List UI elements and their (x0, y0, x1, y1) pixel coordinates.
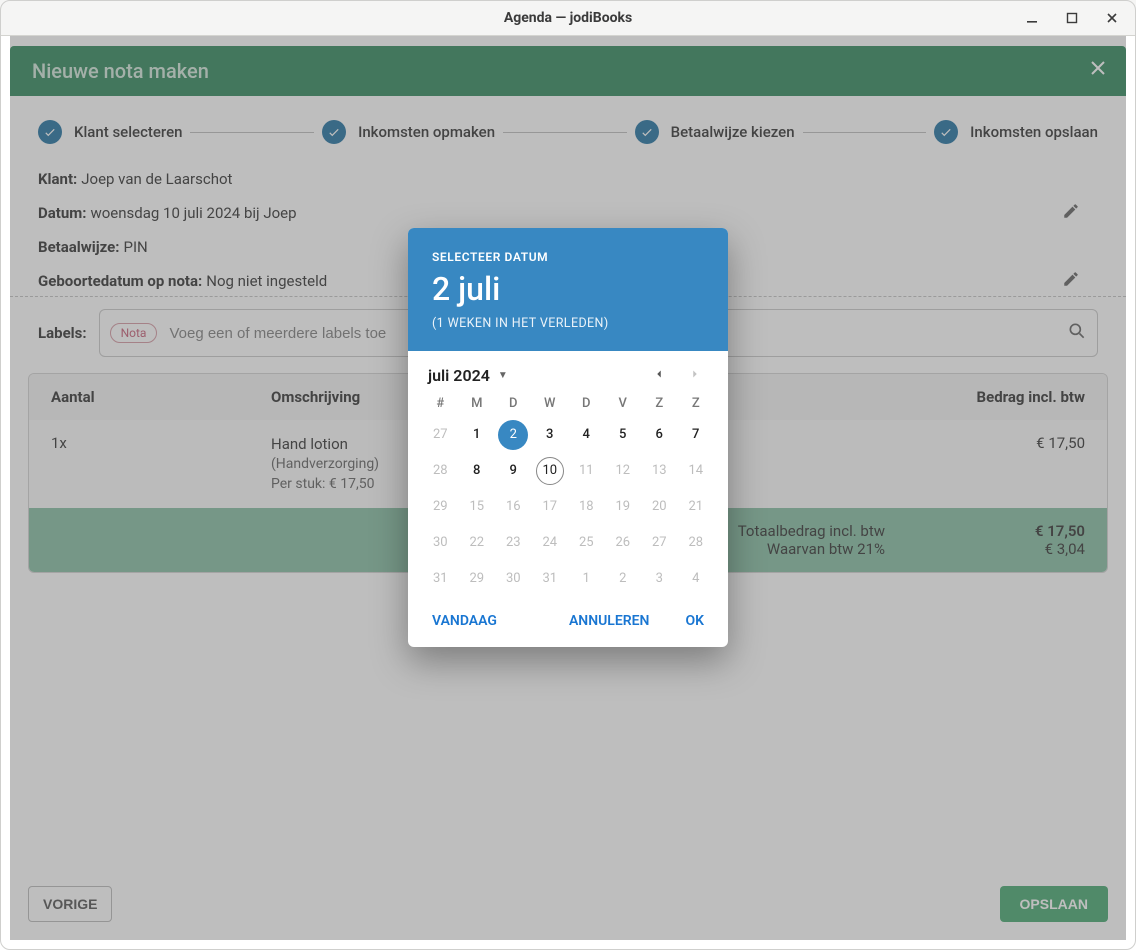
next-month-button[interactable] (682, 361, 708, 390)
datepicker-calendar-grid: # M D W D V Z Z 271234567288910111213142… (408, 396, 728, 599)
week-number: 28 (422, 459, 459, 483)
window-controls (1014, 0, 1130, 35)
cancel-button[interactable]: ANNULEREN (569, 613, 650, 629)
calendar-day: 30 (495, 567, 532, 591)
calendar-day: 3 (641, 567, 678, 591)
weekday-header: # (422, 396, 459, 411)
calendar-day: 28 (678, 531, 715, 555)
calendar-day: 20 (641, 495, 678, 519)
datepicker-month-row: juli 2024 ▼ (408, 351, 728, 396)
calendar-day: 1 (568, 567, 605, 591)
week-number: 30 (422, 531, 459, 555)
calendar-day[interactable]: 1 (459, 423, 496, 447)
calendar-day: 2 (605, 567, 642, 591)
calendar-day: 4 (678, 567, 715, 591)
prev-month-button[interactable] (646, 361, 672, 390)
calendar-day[interactable]: 2 (495, 423, 532, 447)
chevron-down-icon: ▼ (498, 370, 508, 381)
datepicker-header: SELECTEER DATUM 2 juli (1 WEKEN IN HET V… (408, 228, 728, 351)
datepicker-month-label: juli 2024 (428, 366, 490, 385)
weekday-header: V (605, 396, 642, 411)
calendar-day: 14 (678, 459, 715, 483)
calendar-day: 26 (605, 531, 642, 555)
calendar-day[interactable]: 7 (678, 423, 715, 447)
calendar-day: 22 (459, 531, 496, 555)
datepicker-label: SELECTEER DATUM (432, 250, 704, 264)
calendar-day: 11 (568, 459, 605, 483)
week-number: 27 (422, 423, 459, 447)
today-button[interactable]: VANDAAG (432, 613, 497, 629)
weekday-header: D (495, 396, 532, 411)
calendar-day[interactable]: 3 (532, 423, 569, 447)
calendar-day: 12 (605, 459, 642, 483)
calendar-day[interactable]: 9 (495, 459, 532, 483)
week-number: 31 (422, 567, 459, 591)
week-number: 29 (422, 495, 459, 519)
date-picker-modal: SELECTEER DATUM 2 juli (1 WEKEN IN HET V… (408, 228, 728, 647)
weekday-header: Z (641, 396, 678, 411)
maximize-button[interactable] (1054, 4, 1090, 32)
calendar-day: 23 (495, 531, 532, 555)
calendar-day: 21 (678, 495, 715, 519)
ok-button[interactable]: OK (685, 613, 704, 629)
calendar-day: 19 (605, 495, 642, 519)
calendar-day: 16 (495, 495, 532, 519)
calendar-day[interactable]: 8 (459, 459, 496, 483)
calendar-day: 29 (459, 567, 496, 591)
calendar-day: 31 (532, 567, 569, 591)
weekday-header: D (568, 396, 605, 411)
datepicker-actions: VANDAAG ANNULEREN OK (408, 599, 728, 647)
datepicker-relative-note: (1 WEKEN IN HET VERLEDEN) (432, 316, 704, 331)
calendar-day: 13 (641, 459, 678, 483)
window-titlebar: Agenda — jodiBooks (0, 0, 1136, 36)
calendar-day[interactable]: 4 (568, 423, 605, 447)
datepicker-nav (646, 361, 708, 390)
calendar-day: 15 (459, 495, 496, 519)
calendar-day: 24 (532, 531, 569, 555)
minimize-button[interactable] (1014, 4, 1050, 32)
calendar-day[interactable]: 6 (641, 423, 678, 447)
window-title: Agenda — jodiBooks (504, 10, 632, 26)
calendar-day: 27 (641, 531, 678, 555)
calendar-day[interactable]: 5 (605, 423, 642, 447)
weekday-header: Z (678, 396, 715, 411)
calendar-day[interactable]: 10 (532, 459, 569, 483)
calendar-day: 18 (568, 495, 605, 519)
datepicker-month-picker[interactable]: juli 2024 ▼ (428, 366, 508, 385)
weekday-header: M (459, 396, 496, 411)
weekday-header: W (532, 396, 569, 411)
calendar-day: 25 (568, 531, 605, 555)
datepicker-selected-display: 2 juli (432, 270, 704, 308)
calendar-day: 17 (532, 495, 569, 519)
close-window-button[interactable] (1094, 4, 1130, 32)
